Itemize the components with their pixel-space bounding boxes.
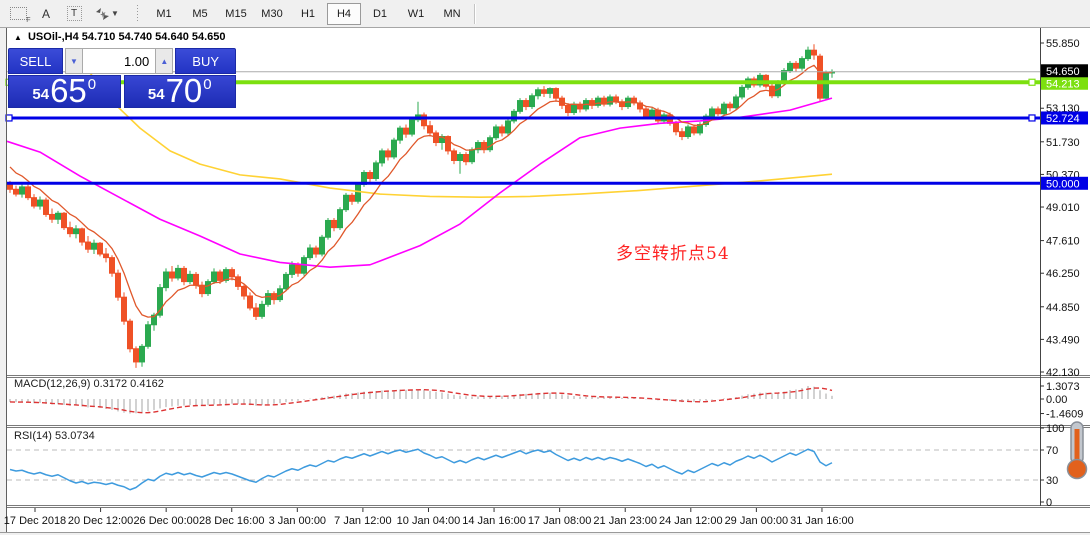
- chevron-down-icon: ▼: [111, 9, 119, 18]
- fibo-frame-tool-button[interactable]: F: [6, 3, 31, 25]
- text-t-icon: T: [66, 6, 82, 21]
- tf-m30-button[interactable]: M30: [255, 3, 289, 25]
- chart-ohlc-quote: 54.710 54.740 54.640 54.650: [81, 31, 226, 43]
- price-axis-label: 46.250: [1046, 268, 1080, 280]
- tf-mn-button[interactable]: MN: [435, 3, 469, 25]
- tf-m5-button[interactable]: M5: [183, 3, 217, 25]
- price-axis-label: 47.610: [1046, 236, 1080, 248]
- time-axis-label: 10 Jan 04:00: [397, 515, 461, 527]
- price-axis-label: 55.850: [1046, 38, 1080, 50]
- chart-title: ▲ USOil-,H4 54.710 54.740 54.640 54.650: [14, 31, 226, 43]
- buy-button[interactable]: BUY: [175, 48, 236, 74]
- volume-input[interactable]: 1.00: [83, 48, 156, 74]
- macd-axis-label: -1.4609: [1046, 409, 1083, 421]
- time-axis-label: 31 Jan 16:00: [790, 515, 854, 527]
- rsi-axis-label: 100: [1046, 423, 1064, 435]
- tf-h1-button[interactable]: H1: [291, 3, 325, 25]
- rsi-label: RSI(14) 53.0734: [14, 430, 95, 442]
- tf-w1-button[interactable]: W1: [399, 3, 433, 25]
- time-axis-label: 24 Jan 12:00: [659, 515, 723, 527]
- font-tool-button[interactable]: A: [34, 3, 58, 25]
- arrows-icon: [96, 7, 110, 20]
- rsi-axis-label: 0: [1046, 497, 1052, 509]
- chart-symbol-label: USOil-,H4: [27, 31, 79, 43]
- macd-axis-label: 0.00: [1046, 394, 1067, 406]
- sell-price-tile[interactable]: 54 65 0: [8, 72, 121, 109]
- chart-text-annotation: 多空转折点54: [616, 244, 730, 264]
- tf-m15-button[interactable]: M15: [219, 3, 253, 25]
- font-a-icon: A: [41, 6, 50, 21]
- time-axis-label: 7 Jan 12:00: [334, 515, 392, 527]
- time-axis-label: 17 Jan 08:00: [528, 515, 592, 527]
- time-axis-label: 3 Jan 00:00: [269, 515, 327, 527]
- hline-handle[interactable]: [1028, 78, 1036, 86]
- text-tool-button[interactable]: T: [62, 3, 86, 25]
- price-axis-label: 43.490: [1046, 334, 1080, 346]
- macd-label: MACD(12,26,9) 0.3172 0.4162: [14, 378, 164, 390]
- sell-price-main: 65: [50, 72, 87, 109]
- price-axis-label: 44.850: [1046, 302, 1080, 314]
- rsi-axis-label: 70: [1046, 445, 1058, 457]
- tf-m1-button[interactable]: M1: [147, 3, 181, 25]
- arrows-tool-button[interactable]: ▼: [90, 3, 124, 25]
- tf-d1-button[interactable]: D1: [363, 3, 397, 25]
- sell-button[interactable]: SELL: [8, 48, 63, 74]
- hline-price-label: 50.000: [1046, 178, 1080, 190]
- one-click-trade-panel: SELL ▼ 1.00 ▲ BUY 54 65 0 54 70 0: [8, 48, 236, 108]
- price-axis-label: 42.130: [1046, 367, 1080, 379]
- toolbar-separator: [474, 3, 476, 24]
- toolbar-grip[interactable]: [136, 4, 140, 23]
- thermometer-icon: [1066, 421, 1088, 480]
- time-axis-label: 26 Dec 00:00: [133, 515, 198, 527]
- buy-price-main: 70: [165, 72, 203, 109]
- chart-up-arrow-icon: ▲: [14, 33, 22, 42]
- hline-handle[interactable]: [1028, 114, 1036, 122]
- buy-price-pip: 0: [203, 76, 212, 93]
- fibo-frame-icon: F: [9, 7, 31, 24]
- top-toolbar: F A T ▼ M1 M5 M15 M30 H1 H4 D1 W1 MN: [0, 0, 1090, 28]
- time-axis-label: 20 Dec 12:00: [68, 515, 133, 527]
- sell-price-whole: 54: [32, 86, 50, 103]
- rsi-axis-label: 30: [1046, 475, 1058, 487]
- hline-price-label: 52.724: [1046, 113, 1080, 125]
- sell-price-pip: 0: [87, 76, 97, 93]
- tf-h4-button[interactable]: H4: [327, 2, 361, 25]
- timeframe-group: M1 M5 M15 M30 H1 H4 D1 W1 MN: [146, 0, 470, 27]
- time-axis-label: 17 Dec 2018: [4, 515, 66, 527]
- time-axis-label: 29 Jan 00:00: [725, 515, 789, 527]
- buy-price-tile[interactable]: 54 70 0: [123, 72, 236, 109]
- current-price-label: 54.650: [1046, 66, 1080, 78]
- buy-price-whole: 54: [147, 86, 165, 103]
- volume-decrease-button[interactable]: ▼: [64, 48, 84, 74]
- macd-axis-label: 1.3073: [1046, 381, 1080, 393]
- price-axis-label: 49.010: [1046, 202, 1080, 214]
- window-left-gutter: [0, 28, 6, 535]
- volume-increase-button[interactable]: ▲: [155, 48, 174, 74]
- time-axis-label: 14 Jan 16:00: [462, 515, 526, 527]
- time-axis-label: 28 Dec 16:00: [199, 515, 264, 527]
- hline-price-label: 54.213: [1046, 78, 1080, 90]
- time-axis-label: 21 Jan 23:00: [593, 515, 657, 527]
- price-axis-label: 51.730: [1046, 137, 1080, 149]
